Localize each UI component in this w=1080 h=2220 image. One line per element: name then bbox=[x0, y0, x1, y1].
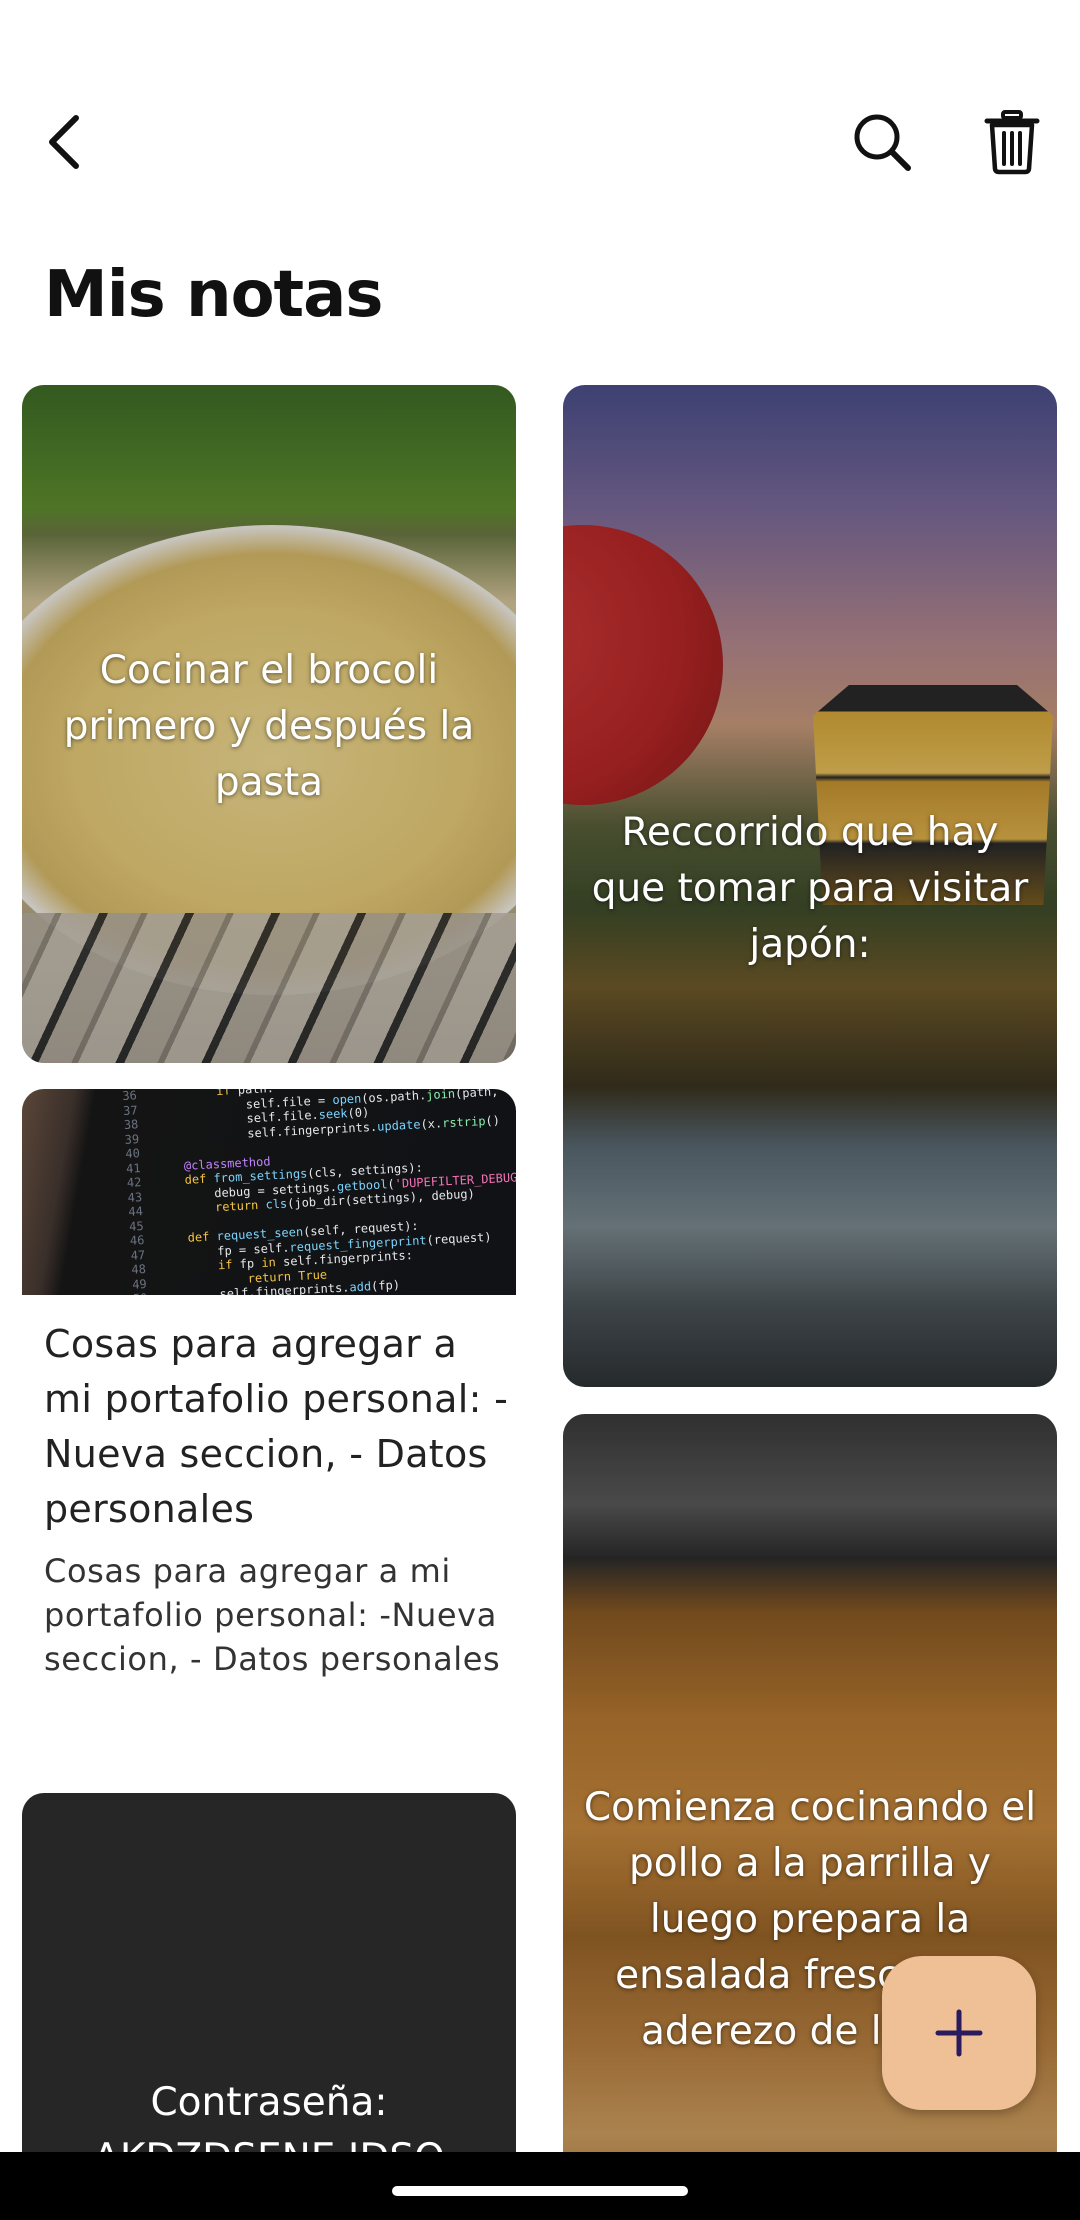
home-gesture-handle[interactable] bbox=[392, 2186, 688, 2196]
plus-icon bbox=[935, 2009, 983, 2057]
search-icon[interactable] bbox=[842, 102, 922, 182]
notes-screen: Mis notas Cocinar el brocoli primero y d… bbox=[0, 0, 1080, 2220]
note-body: Cosas para agregar a mi portafolio perso… bbox=[44, 1552, 501, 1678]
page-title: Mis notas bbox=[44, 258, 383, 332]
system-navigation-bar bbox=[0, 2152, 1080, 2220]
note-text: Reccorrido que hay que tomar para visita… bbox=[591, 810, 1029, 967]
note-card-japan[interactable]: Reccorrido que hay que tomar para visita… bbox=[563, 385, 1057, 1387]
add-note-button[interactable] bbox=[882, 1956, 1036, 2110]
note-card-pasta[interactable]: Cocinar el brocoli primero y después la … bbox=[22, 385, 516, 1063]
note-text: Cocinar el brocoli primero y después la … bbox=[63, 648, 475, 805]
trash-icon[interactable] bbox=[972, 102, 1052, 182]
note-title: Cosas para agregar a mi portafolio perso… bbox=[44, 1322, 509, 1531]
code-screen-photo: 36 if path: 37 self.file = open(os.path.… bbox=[22, 1089, 516, 1295]
note-card-portfolio[interactable]: 36 if path: 37 self.file = open(os.path.… bbox=[22, 1089, 516, 1749]
back-arrow-icon[interactable] bbox=[24, 102, 104, 182]
